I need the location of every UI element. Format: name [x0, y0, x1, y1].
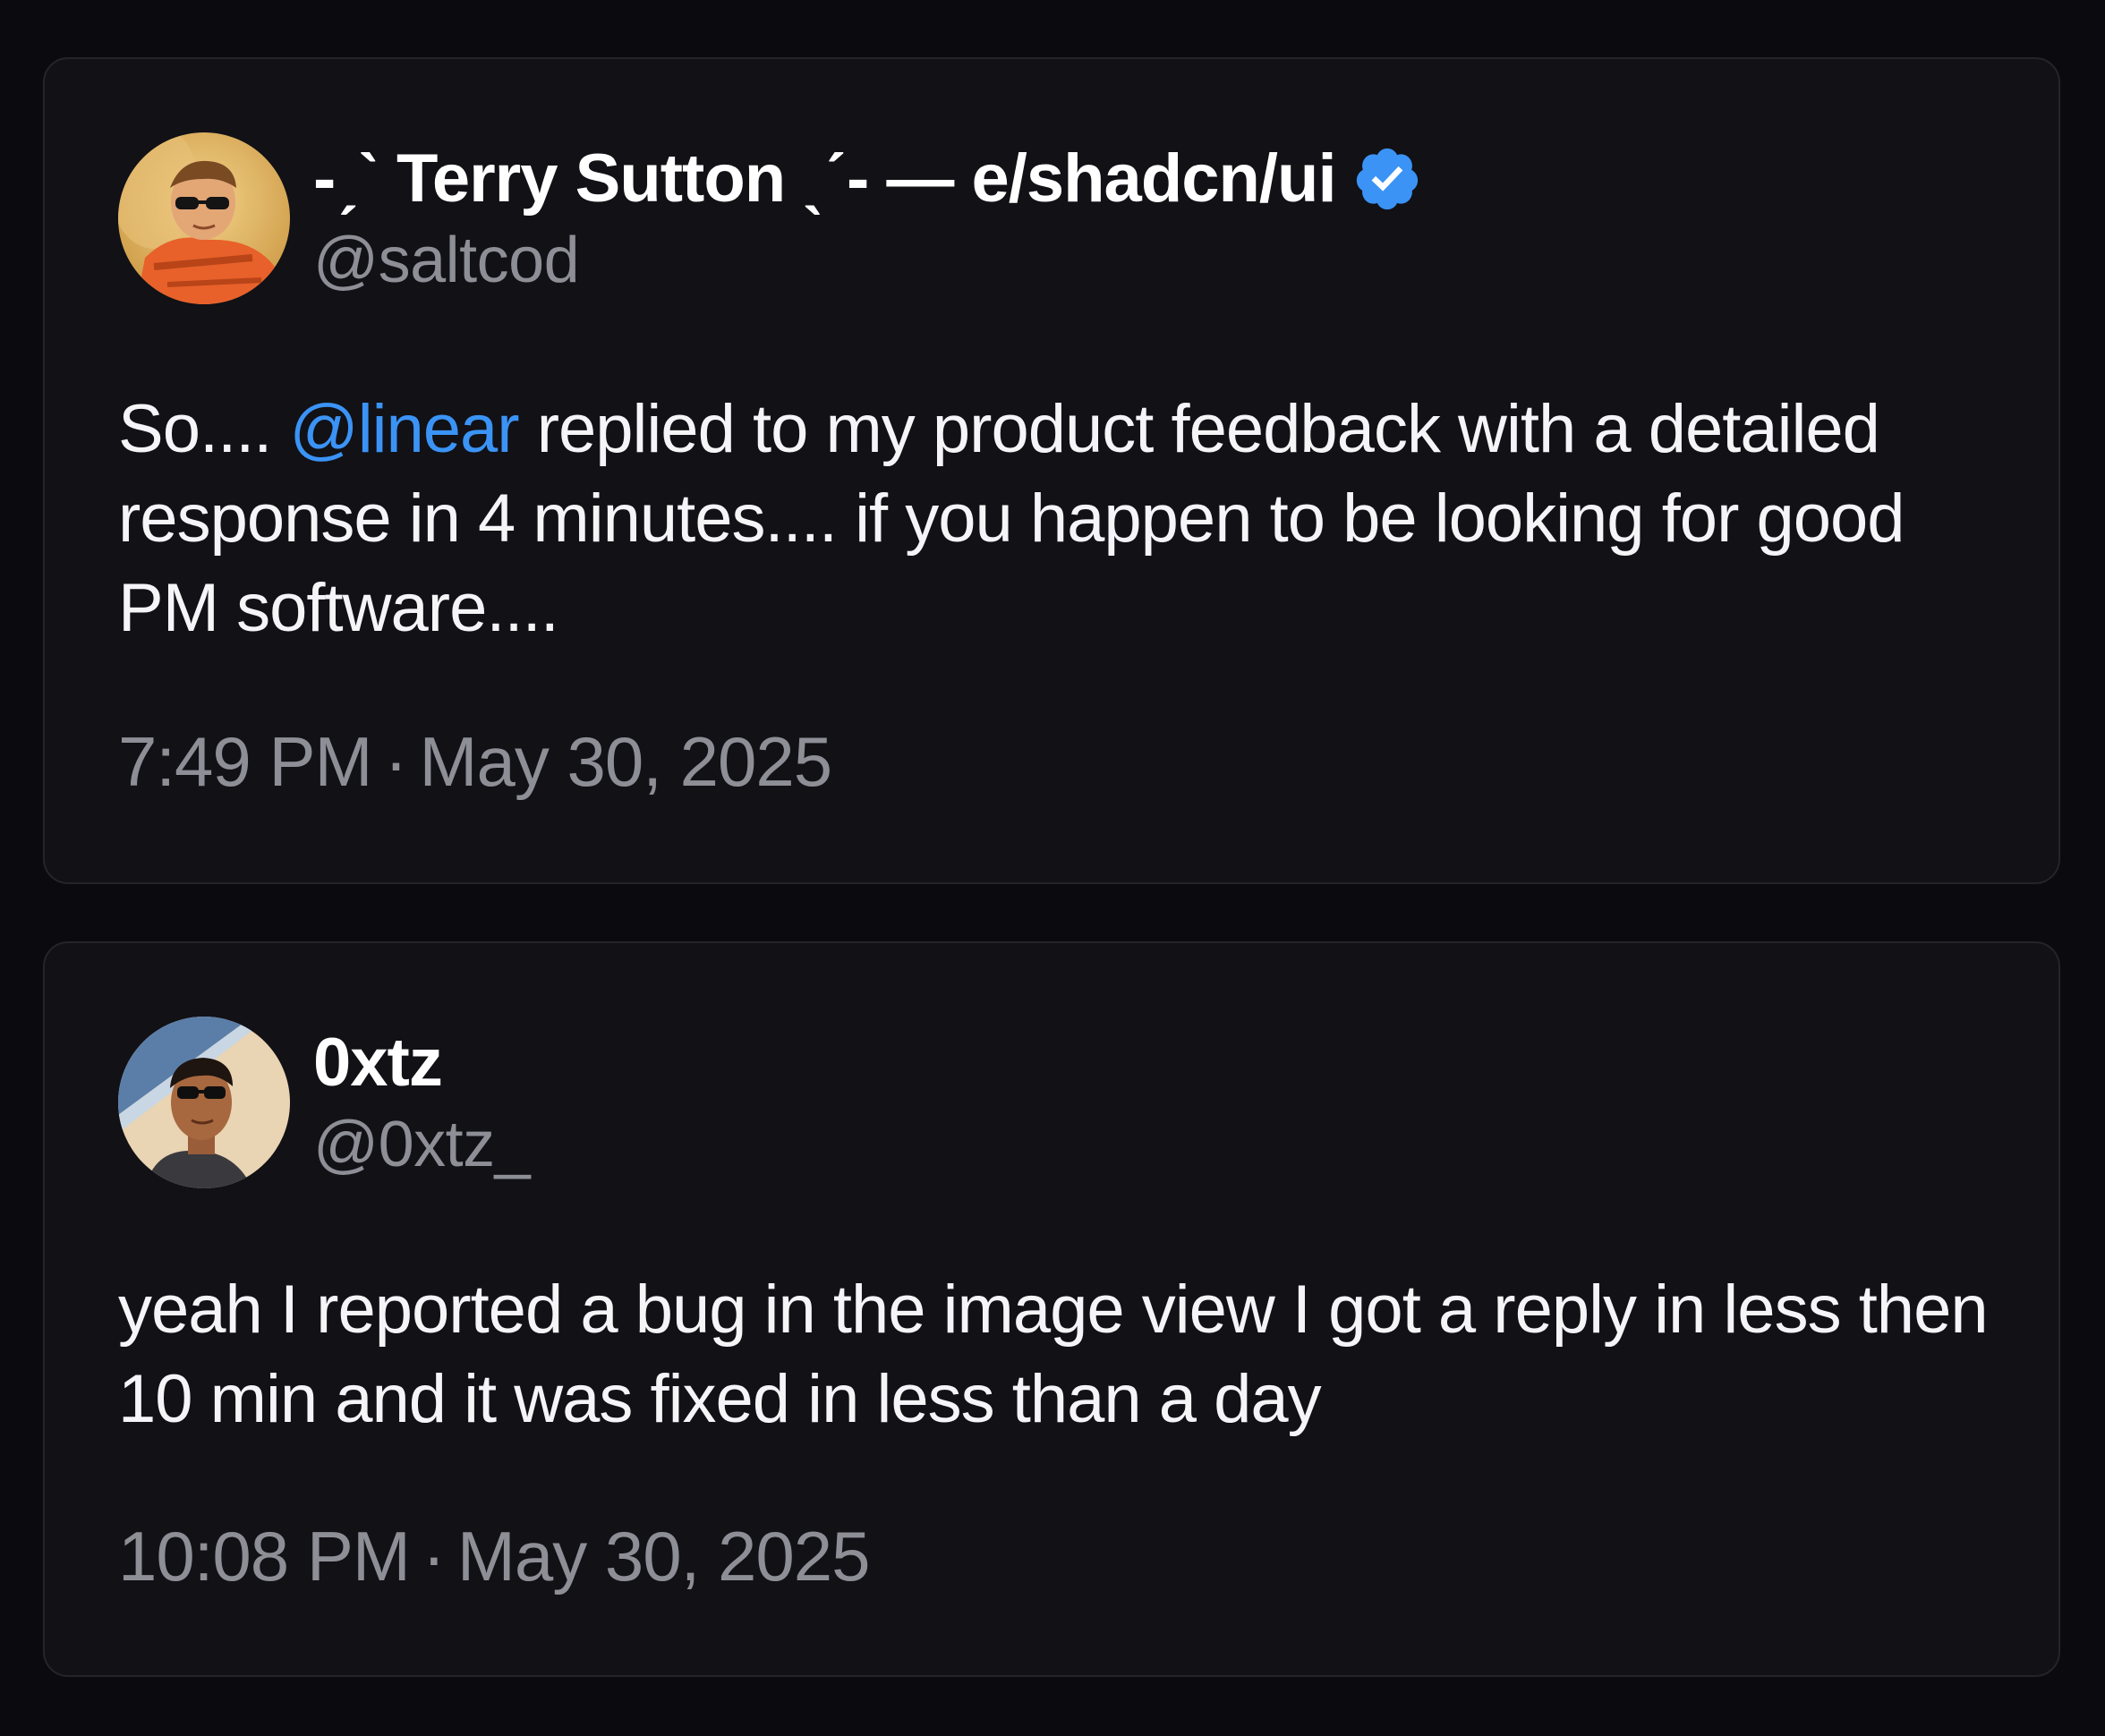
- tweet-timestamp[interactable]: 7:49 PM · May 30, 2025: [118, 721, 832, 803]
- tweet-card[interactable]: 0xtz @0xtz_ yeah I reported a bug in the…: [43, 941, 2060, 1677]
- timestamp-separator: ·: [422, 1517, 446, 1596]
- avatar[interactable]: [118, 1017, 290, 1188]
- author-handle[interactable]: @saltcod: [313, 224, 580, 297]
- tweet-timestamp[interactable]: 10:08 PM · May 30, 2025: [118, 1516, 871, 1597]
- tweet-card[interactable]: -ˏˋ Terry Sutton ˎˊ- — e/shadcn/ui @salt…: [43, 57, 2060, 884]
- tweet-date: May 30, 2025: [456, 1517, 871, 1596]
- tweet-date: May 30, 2025: [419, 722, 832, 801]
- verified-badge-icon: [1352, 144, 1422, 214]
- tweet-text: So.... @linear replied to my product fee…: [118, 385, 1989, 653]
- author-handle[interactable]: @0xtz_: [313, 1108, 531, 1181]
- display-name[interactable]: -ˏˋ Terry Sutton ˎˊ- — e/shadcn/ui: [313, 140, 1337, 217]
- tweet-text: yeah I reported a bug in the image view …: [118, 1272, 1989, 1437]
- tweet-time: 7:49 PM: [118, 722, 372, 801]
- tweet-text-prefix: So....: [118, 391, 290, 467]
- tweet-time: 10:08 PM: [118, 1517, 411, 1596]
- display-name[interactable]: 0xtz: [313, 1024, 443, 1102]
- author-name-line[interactable]: 0xtz: [313, 1024, 443, 1102]
- author-name-line[interactable]: -ˏˋ Terry Sutton ˎˊ- — e/shadcn/ui: [313, 140, 1422, 217]
- avatar-selfie-icon: [118, 1017, 290, 1188]
- mention-link[interactable]: @linear: [290, 391, 520, 467]
- avatar-life-jacket-icon: [118, 132, 290, 304]
- avatar[interactable]: [118, 132, 290, 304]
- timestamp-separator: ·: [384, 722, 407, 801]
